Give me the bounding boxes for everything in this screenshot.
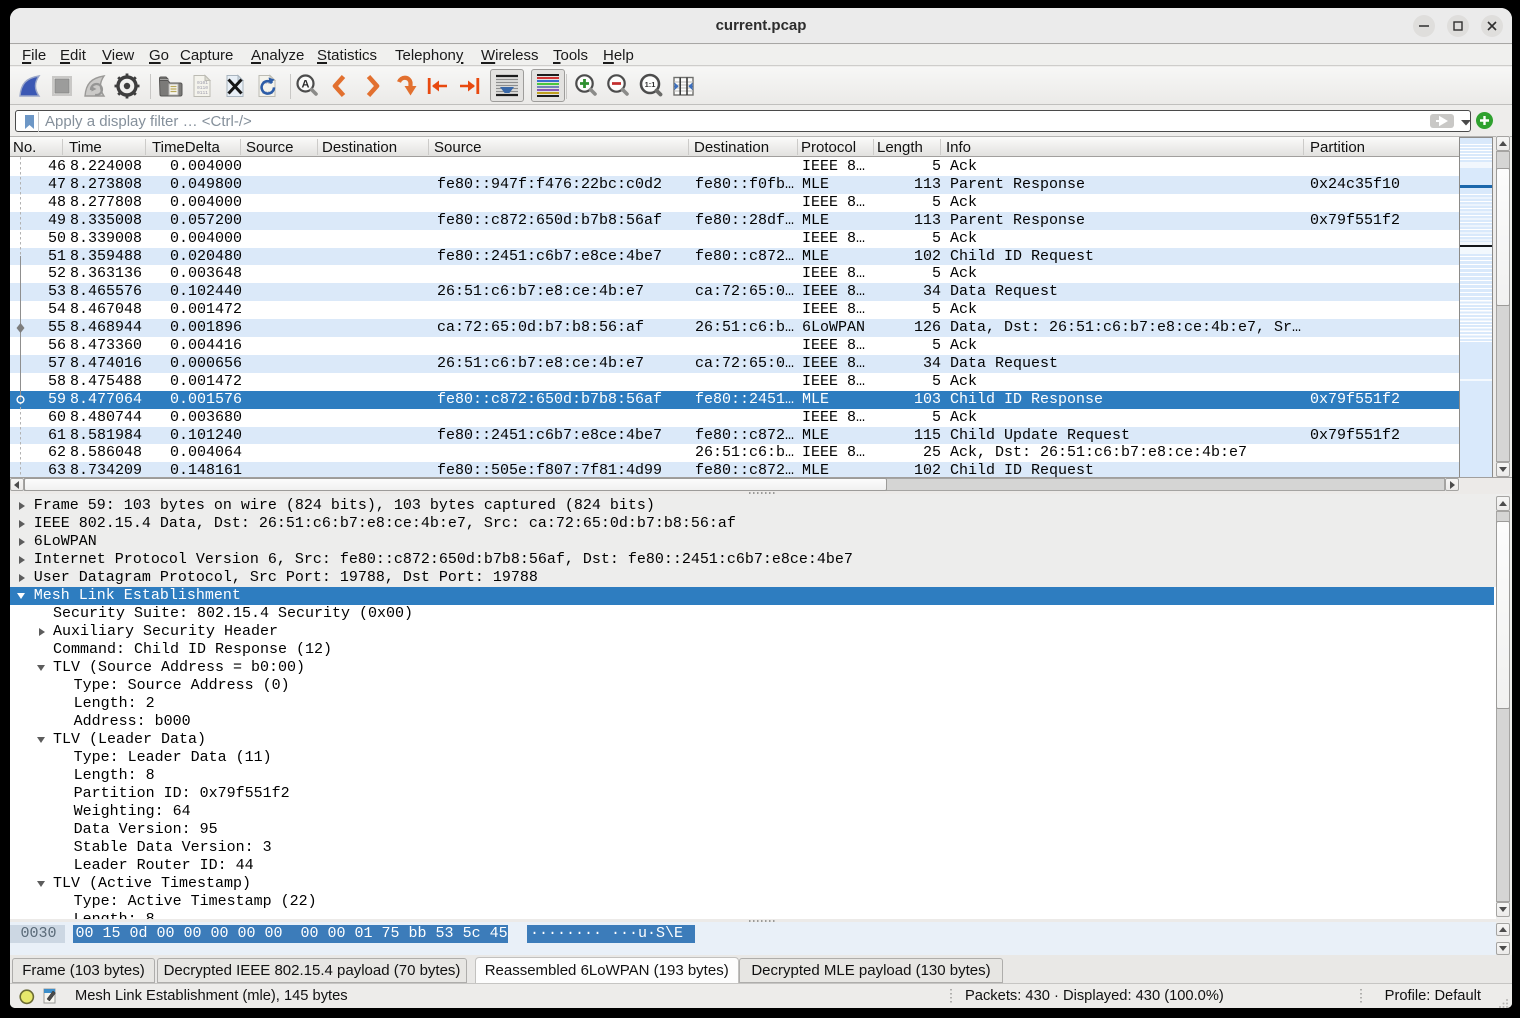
svg-text:A: A [302,79,310,91]
svg-text:0111: 0111 [197,90,208,96]
svg-text:1:1: 1:1 [645,80,656,89]
